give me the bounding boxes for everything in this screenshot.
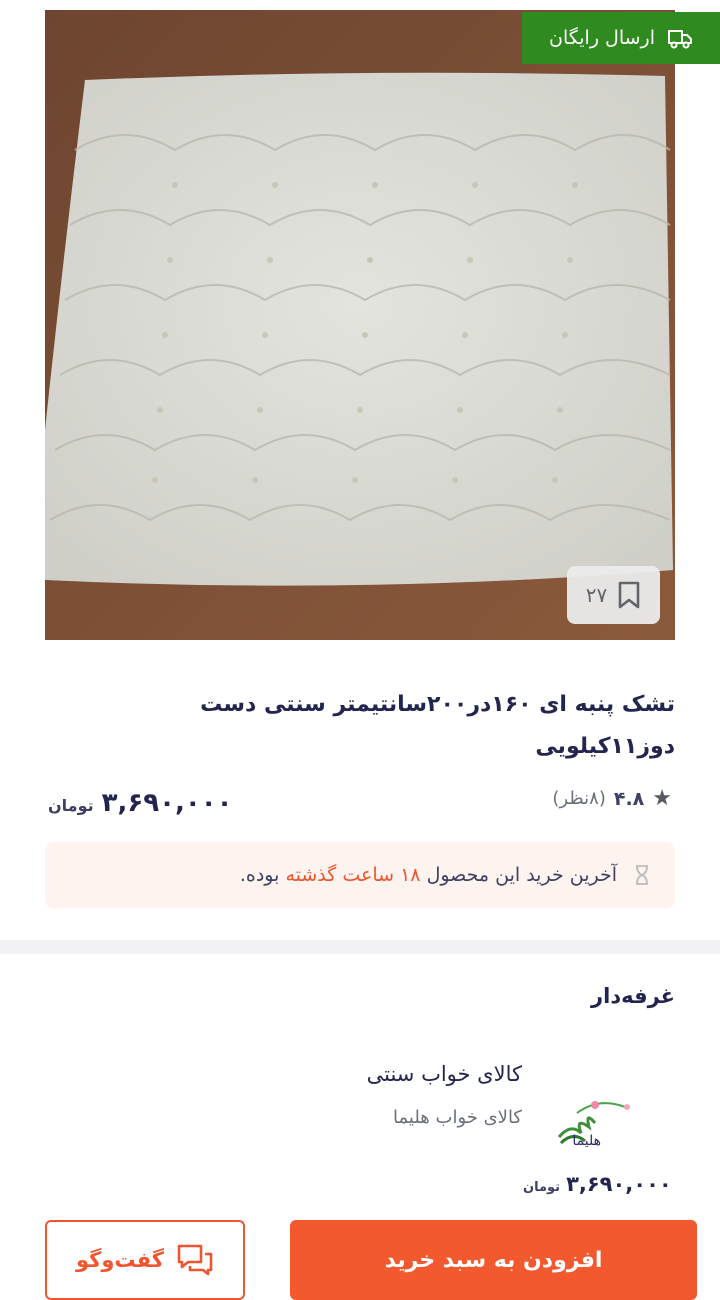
last-purchase-highlight: ۱۸ ساعت گذشته: [285, 864, 421, 886]
free-shipping-label: ارسال رایگان: [549, 27, 655, 49]
add-to-cart-button[interactable]: افزودن به سبد خرید: [290, 1220, 697, 1300]
star-icon: ★: [652, 786, 672, 811]
bookmark-button[interactable]: ۲۷: [567, 566, 660, 624]
last-purchase-prefix: آخرین خرید این محصول: [426, 864, 617, 886]
seller-name[interactable]: کالای خواب سنتی: [367, 1062, 522, 1086]
price-amount: ۳,۶۹۰,۰۰۰: [101, 788, 233, 818]
seller-section-title: غرفه‌دار: [591, 984, 675, 1008]
hourglass-icon: [636, 865, 648, 885]
product-price: ۳,۶۹۰,۰۰۰ تومان: [48, 788, 232, 818]
seller-logo[interactable]: هلیما: [555, 1093, 645, 1149]
rating-value: ۴.۸: [613, 787, 645, 810]
review-count: (۸نظر): [552, 788, 606, 809]
last-purchase-suffix: بوده.: [239, 864, 280, 886]
bookmark-icon: [618, 581, 640, 609]
truck-icon: [668, 30, 692, 49]
seller-price: ۳,۶۹۰,۰۰۰ تومان: [523, 1172, 672, 1196]
last-purchase-text: آخرین خرید این محصول ۱۸ ساعت گذشته بوده.: [240, 864, 617, 886]
chat-label: گفت‌وگو: [76, 1248, 164, 1272]
section-divider: [0, 940, 720, 954]
product-image[interactable]: [45, 10, 675, 640]
free-shipping-badge: ارسال رایگان: [522, 12, 720, 64]
add-to-cart-label: افزودن به سبد خرید: [384, 1247, 603, 1273]
chat-icon: [177, 1244, 213, 1276]
seller-subtitle: کالای خواب هلیما: [393, 1107, 522, 1128]
price-currency: تومان: [48, 796, 94, 815]
seller-logo-text: هلیما: [572, 1133, 601, 1149]
rating[interactable]: ★ ۴.۸ (۸نظر): [552, 786, 672, 811]
seller-price-amount: ۳,۶۹۰,۰۰۰: [566, 1172, 672, 1196]
chat-button[interactable]: گفت‌وگو: [45, 1220, 245, 1300]
last-purchase-notice: آخرین خرید این محصول ۱۸ ساعت گذشته بوده.: [45, 842, 675, 908]
bookmark-count: ۲۷: [585, 583, 608, 607]
seller-price-currency: تومان: [523, 1180, 561, 1195]
product-title: تشک پنبه ای ۱۶۰در۲۰۰سانتیمتر سنتی دست دو…: [200, 692, 675, 759]
